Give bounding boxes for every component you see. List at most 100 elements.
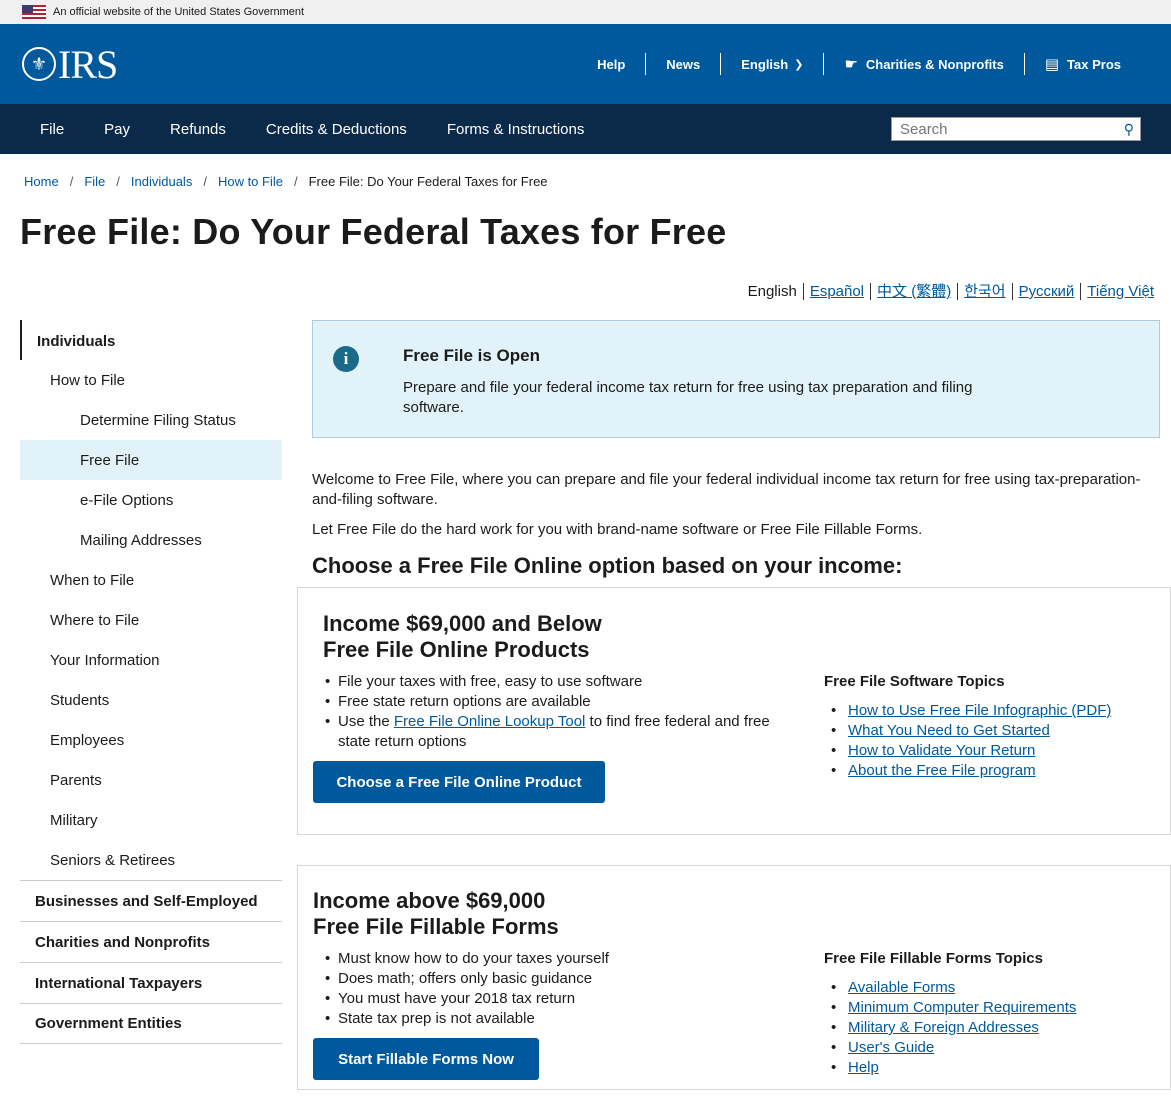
nav-file[interactable]: File	[20, 121, 84, 138]
search-box: ⚲	[891, 117, 1141, 141]
card2-features: Must know how to do your taxes yourself …	[323, 949, 773, 1029]
card2-title: Income above $69,000 Free File Fillable …	[313, 888, 559, 940]
sidebar-item-individuals[interactable]: Individuals	[20, 320, 282, 360]
card1-title-line2: Free File Online Products	[323, 637, 590, 662]
search-icon[interactable]: ⚲	[1124, 121, 1134, 138]
language-bar: English Español 中文 (繁體) 한국어 Русский Tiến…	[0, 253, 1171, 300]
fillable-forms-card: Income above $69,000 Free File Fillable …	[297, 865, 1171, 1090]
logo-text: IRS	[58, 41, 118, 87]
topic-item[interactable]: Help	[824, 1058, 1076, 1078]
charities-link[interactable]: ☛ Charities & Nonprofits	[823, 53, 1023, 75]
us-flag-icon	[22, 5, 46, 19]
sidebar-item-military[interactable]: Military	[20, 800, 282, 840]
topic-item[interactable]: How to Validate Your Return	[824, 741, 1111, 761]
alert-title: Free File is Open	[403, 346, 540, 365]
lang-chinese[interactable]: 中文 (繁體)	[870, 283, 957, 300]
intro-paragraph-2: Let Free File do the hard work for you w…	[312, 521, 923, 538]
language-dropdown[interactable]: English ❯	[720, 53, 823, 75]
nav-credits-deductions[interactable]: Credits & Deductions	[246, 121, 427, 138]
topic-link[interactable]: How to Use Free File Infographic (PDF)	[848, 702, 1111, 719]
chevron-down-icon: ❯	[794, 58, 804, 71]
topic-item[interactable]: What You Need to Get Started	[824, 721, 1111, 741]
document-icon: ▤	[1044, 56, 1060, 73]
search-input[interactable]	[900, 120, 1100, 138]
nav-forms-instructions[interactable]: Forms & Instructions	[427, 121, 605, 138]
topic-item[interactable]: Minimum Computer Requirements	[824, 998, 1076, 1018]
start-fillable-forms-button[interactable]: Start Fillable Forms Now	[313, 1038, 539, 1080]
card1-title: Income $69,000 and Below Free File Onlin…	[323, 611, 602, 663]
breadcrumb-separator: /	[293, 174, 298, 189]
breadcrumb-individuals[interactable]: Individuals	[131, 174, 192, 189]
help-link[interactable]: Help	[577, 53, 645, 75]
news-label: News	[666, 56, 701, 72]
sidebar-item-when-to-file[interactable]: When to File	[20, 560, 282, 600]
choose-heading: Choose a Free File Online option based o…	[312, 553, 903, 578]
lookup-tool-link[interactable]: Free File Online Lookup Tool	[394, 713, 586, 730]
sidebar-section-international[interactable]: International Taxpayers	[20, 962, 282, 1003]
lang-vietnamese[interactable]: Tiếng Việt	[1080, 283, 1160, 300]
sidebar-item-free-file[interactable]: Free File	[20, 440, 282, 480]
sidebar-item-employees[interactable]: Employees	[20, 720, 282, 760]
nav-refunds[interactable]: Refunds	[150, 121, 246, 138]
sidebar-item-filing-status[interactable]: Determine Filing Status	[20, 400, 282, 440]
breadcrumb-separator: /	[116, 174, 120, 189]
sidebar-item-how-to-file[interactable]: How to File	[20, 360, 282, 400]
handshake-icon: ☛	[844, 56, 858, 73]
topic-item[interactable]: Available Forms	[824, 978, 1076, 998]
tax-pros-link[interactable]: ▤ Tax Pros	[1023, 53, 1141, 75]
topic-link[interactable]: Help	[848, 1059, 879, 1076]
breadcrumb-separator: /	[69, 174, 74, 189]
irs-logo[interactable]: ⚜ IRS	[22, 41, 118, 88]
breadcrumb-current: Free File: Do Your Federal Taxes for Fre…	[308, 174, 548, 189]
topic-link[interactable]: What You Need to Get Started	[848, 722, 1050, 739]
feature-item: Must know how to do your taxes yourself	[323, 949, 773, 969]
tax-pros-label: Tax Pros	[1067, 56, 1121, 72]
card1-title-line1: Income $69,000 and Below	[323, 611, 602, 636]
info-alert: i Free File is Open Prepare and file you…	[312, 320, 1160, 438]
sidebar-item-parents[interactable]: Parents	[20, 760, 282, 800]
sidebar-section-businesses[interactable]: Businesses and Self-Employed	[20, 880, 282, 921]
nav-pay[interactable]: Pay	[84, 121, 150, 138]
topic-item[interactable]: Military & Foreign Addresses	[824, 1018, 1076, 1038]
gov-banner-text: An official website of the United States…	[53, 6, 305, 18]
topic-item[interactable]: How to Use Free File Infographic (PDF)	[824, 701, 1111, 721]
lang-espanol[interactable]: Español	[802, 283, 870, 300]
lang-korean[interactable]: 한국어	[957, 283, 1011, 300]
gov-banner: An official website of the United States…	[0, 0, 1171, 24]
sidebar-item-students[interactable]: Students	[20, 680, 282, 720]
feature-item: Free state return options are available	[323, 692, 773, 712]
help-label: Help	[597, 56, 626, 72]
choose-product-button[interactable]: Choose a Free File Online Product	[313, 761, 605, 803]
topic-link[interactable]: Available Forms	[848, 979, 955, 996]
card2-title-line1: Income above $69,000	[313, 888, 546, 913]
sidebar-item-your-information[interactable]: Your Information	[20, 640, 282, 680]
topic-link[interactable]: How to Validate Your Return	[848, 742, 1035, 759]
sidebar-item-mailing-addresses[interactable]: Mailing Addresses	[20, 520, 282, 560]
intro: Welcome to Free File, where you can prep…	[312, 470, 1152, 540]
sidebar-item-where-to-file[interactable]: Where to File	[20, 600, 282, 640]
breadcrumb-home[interactable]: Home	[24, 174, 59, 189]
sidebar-section-charities[interactable]: Charities and Nonprofits	[20, 921, 282, 962]
topic-link[interactable]: Military & Foreign Addresses	[848, 1019, 1039, 1036]
info-icon: i	[333, 346, 359, 372]
news-link[interactable]: News	[645, 53, 720, 75]
topic-item[interactable]: User's Guide	[824, 1038, 1076, 1058]
topic-link[interactable]: About the Free File program	[848, 762, 1036, 779]
sidebar-item-seniors-retirees[interactable]: Seniors & Retirees	[20, 840, 282, 880]
breadcrumb-file[interactable]: File	[84, 174, 105, 189]
lang-russian[interactable]: Русский	[1011, 283, 1081, 300]
page-title: Free File: Do Your Federal Taxes for Fre…	[20, 211, 727, 252]
lang-current: English	[747, 283, 797, 300]
main-content: i Free File is Open Prepare and file you…	[297, 320, 1171, 1090]
topic-link[interactable]: User's Guide	[848, 1039, 934, 1056]
card1-topics-heading: Free File Software Topics	[824, 673, 1005, 690]
breadcrumb-how-to-file[interactable]: How to File	[218, 174, 283, 189]
topic-item[interactable]: About the Free File program	[824, 761, 1111, 781]
feature-item: Does math; offers only basic guidance	[323, 969, 773, 989]
feature-item: You must have your 2018 tax return	[323, 989, 773, 1009]
topic-link[interactable]: Minimum Computer Requirements	[848, 999, 1076, 1016]
main-nav: File Pay Refunds Credits & Deductions Fo…	[0, 104, 1171, 154]
sidebar-item-efile-options[interactable]: e-File Options	[20, 480, 282, 520]
sidebar-section-government[interactable]: Government Entities	[20, 1003, 282, 1044]
free-file-online-card: Income $69,000 and Below Free File Onlin…	[297, 587, 1171, 835]
